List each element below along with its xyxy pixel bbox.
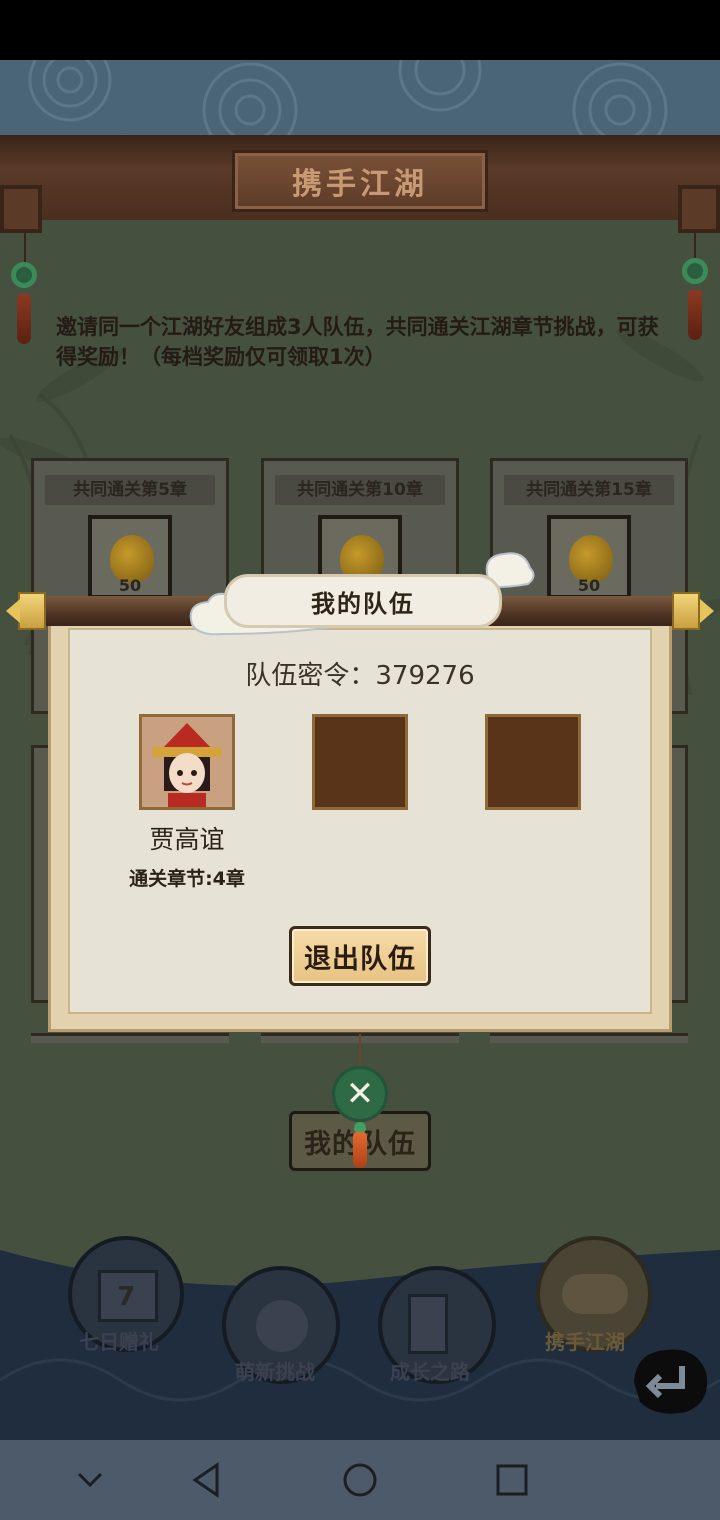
rod-cap-left (18, 592, 46, 630)
leave-team-button[interactable]: 退出队伍 (289, 926, 431, 986)
character-avatar-icon (142, 717, 232, 807)
nav-label: 萌新挑战 (235, 1360, 315, 1384)
close-string (359, 1034, 361, 1070)
reward-title: 共同通关第5章 (45, 475, 215, 505)
member-chapter: 通关章节:4章 (129, 868, 245, 890)
page-title: 携手江湖 (232, 150, 488, 212)
rod-cap-right (672, 592, 700, 630)
reward-item-slot: 50 (88, 515, 172, 599)
reward-card-edge (490, 1033, 688, 1043)
reward-card-edge (31, 1033, 229, 1043)
back-triangle-icon[interactable] (182, 1456, 230, 1504)
reward-item-slot: 50 (547, 515, 631, 599)
member-slot[interactable] (139, 714, 235, 810)
rod-tip-left (6, 599, 20, 623)
modal-title: 我的队伍 (224, 574, 502, 628)
nav-label: 携手江湖 (545, 1330, 625, 1354)
close-tassel-icon (353, 1132, 367, 1168)
rod-tip-right (700, 599, 714, 623)
left-tassel-icon (17, 294, 31, 344)
right-bracket-ornament (678, 185, 720, 233)
right-tassel-icon (688, 290, 702, 340)
status-bar (0, 0, 720, 60)
empty-member-slot[interactable] (485, 714, 581, 810)
recents-square-icon[interactable] (488, 1456, 536, 1504)
home-circle-icon[interactable] (336, 1456, 384, 1504)
nav-label: 成长之路 (390, 1360, 470, 1384)
right-jade-ornament-icon (682, 258, 708, 284)
reward-count: 50 (118, 576, 142, 595)
close-x-icon[interactable]: ✕ (332, 1066, 388, 1122)
chevron-down-icon[interactable] (66, 1456, 114, 1504)
left-ornament-string (24, 232, 26, 266)
reward-title: 共同通关第10章 (275, 475, 445, 505)
left-bracket-ornament (0, 185, 42, 233)
empty-member-slot[interactable] (312, 714, 408, 810)
return-arrow-icon[interactable] (624, 1340, 714, 1420)
swirl-pattern-band (0, 60, 720, 140)
right-ornament-string (694, 232, 696, 260)
team-code: 队伍密令：379276 (245, 661, 475, 691)
intro-description: 邀请同一个江湖好友组成3人队伍，共同通关江湖章节挑战，可获得奖励！（每档奖励仅可… (56, 315, 659, 369)
left-jade-ornament-icon (11, 262, 37, 288)
member-name: 贾高谊 (149, 825, 225, 854)
gift-badge: 7 (116, 1282, 136, 1312)
nav-label: 七日赠礼 (79, 1330, 159, 1354)
reward-title: 共同通关第15章 (504, 475, 674, 505)
reward-count: 50 (577, 576, 601, 595)
